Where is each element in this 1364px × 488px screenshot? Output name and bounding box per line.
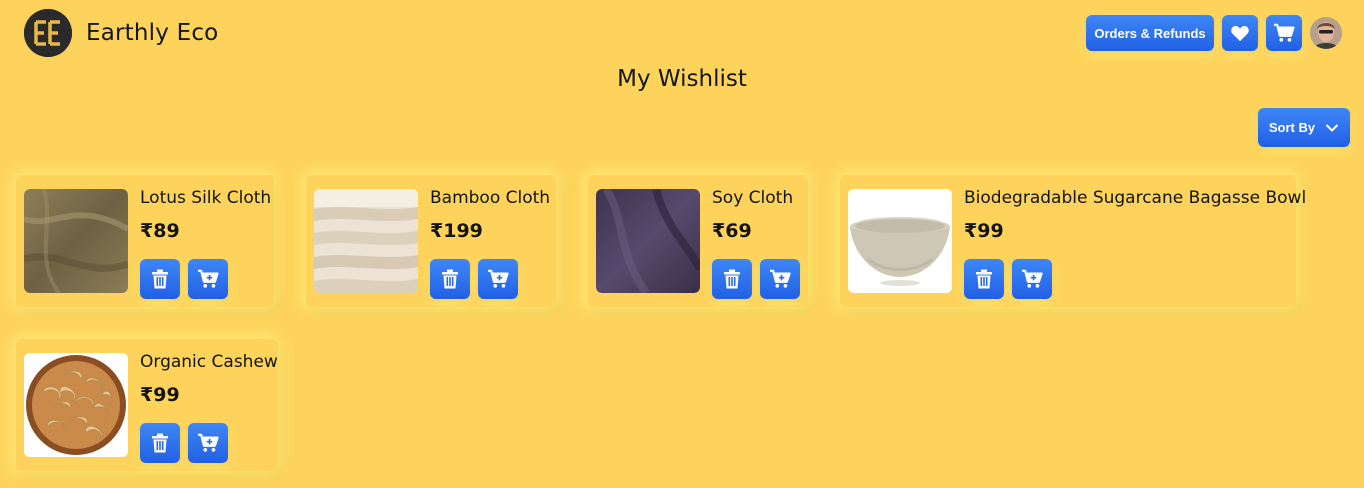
product-image[interactable]: [848, 189, 952, 293]
product-image[interactable]: [314, 189, 418, 293]
product-name[interactable]: Bamboo Cloth: [430, 188, 550, 208]
wishlist-item[interactable]: Biodegradable Sugarcane Bagasse Bowl ₹99: [840, 175, 1306, 307]
product-price: ₹199: [430, 220, 483, 242]
product-price: ₹89: [140, 220, 180, 242]
trash-icon: [152, 269, 168, 289]
bagasse-bowl-image: [848, 189, 952, 293]
cart-icon: [1274, 23, 1295, 42]
cashew-bowl-image: [24, 353, 128, 457]
product-name[interactable]: Lotus Silk Cloth: [140, 188, 271, 208]
brand-logo[interactable]: [24, 9, 72, 57]
brand-name[interactable]: Earthly Eco: [86, 20, 218, 46]
cart-plus-icon: [770, 269, 791, 288]
product-image[interactable]: [24, 353, 128, 457]
trash-icon: [442, 269, 458, 289]
sort-by-dropdown[interactable]: Sort By: [1258, 108, 1350, 147]
remove-button[interactable]: [140, 423, 180, 463]
product-image[interactable]: [596, 189, 700, 293]
wishlist-item[interactable]: Bamboo Cloth ₹199: [306, 175, 556, 307]
add-to-cart-button[interactable]: [760, 259, 800, 299]
cart-plus-icon: [198, 433, 219, 452]
remove-button[interactable]: [712, 259, 752, 299]
avatar-icon: [1310, 17, 1342, 49]
wishlist-item[interactable]: Lotus Silk Cloth ₹89: [16, 175, 274, 307]
cart-button[interactable]: [1266, 15, 1302, 51]
cart-plus-icon: [1022, 269, 1043, 288]
wishlist-button[interactable]: [1222, 15, 1258, 51]
remove-button[interactable]: [430, 259, 470, 299]
olive-fabric-image: [24, 189, 128, 293]
cart-plus-icon: [488, 269, 509, 288]
add-to-cart-button[interactable]: [188, 259, 228, 299]
product-name[interactable]: Soy Cloth: [712, 188, 793, 208]
cream-folded-fabric-image: [314, 189, 418, 293]
add-to-cart-button[interactable]: [478, 259, 518, 299]
remove-button[interactable]: [140, 259, 180, 299]
add-to-cart-button[interactable]: [1012, 259, 1052, 299]
wishlist-item[interactable]: Organic Cashew ₹99: [16, 339, 278, 471]
ee-logo-icon: [24, 9, 72, 57]
sort-by-label: Sort By: [1268, 120, 1316, 135]
heart-icon: [1231, 26, 1249, 42]
top-bar: Earthly Eco Orders & Refunds: [0, 0, 1364, 70]
trash-icon: [152, 433, 168, 453]
product-name[interactable]: Biodegradable Sugarcane Bagasse Bowl: [964, 188, 1306, 208]
cart-plus-icon: [198, 269, 219, 288]
product-price: ₹99: [964, 220, 1004, 242]
product-price: ₹99: [140, 384, 180, 406]
orders-refunds-button[interactable]: Orders & Refunds: [1086, 15, 1214, 51]
trash-icon: [724, 269, 740, 289]
remove-button[interactable]: [964, 259, 1004, 299]
product-image[interactable]: [24, 189, 128, 293]
purple-fabric-image: [596, 189, 700, 293]
add-to-cart-button[interactable]: [188, 423, 228, 463]
product-price: ₹69: [712, 220, 752, 242]
user-avatar[interactable]: [1310, 17, 1342, 49]
trash-icon: [976, 269, 992, 289]
chevron-down-icon: [1325, 123, 1339, 132]
product-name[interactable]: Organic Cashew: [140, 352, 278, 372]
page-title: My Wishlist: [617, 66, 747, 92]
wishlist-item[interactable]: Soy Cloth ₹69: [588, 175, 808, 307]
